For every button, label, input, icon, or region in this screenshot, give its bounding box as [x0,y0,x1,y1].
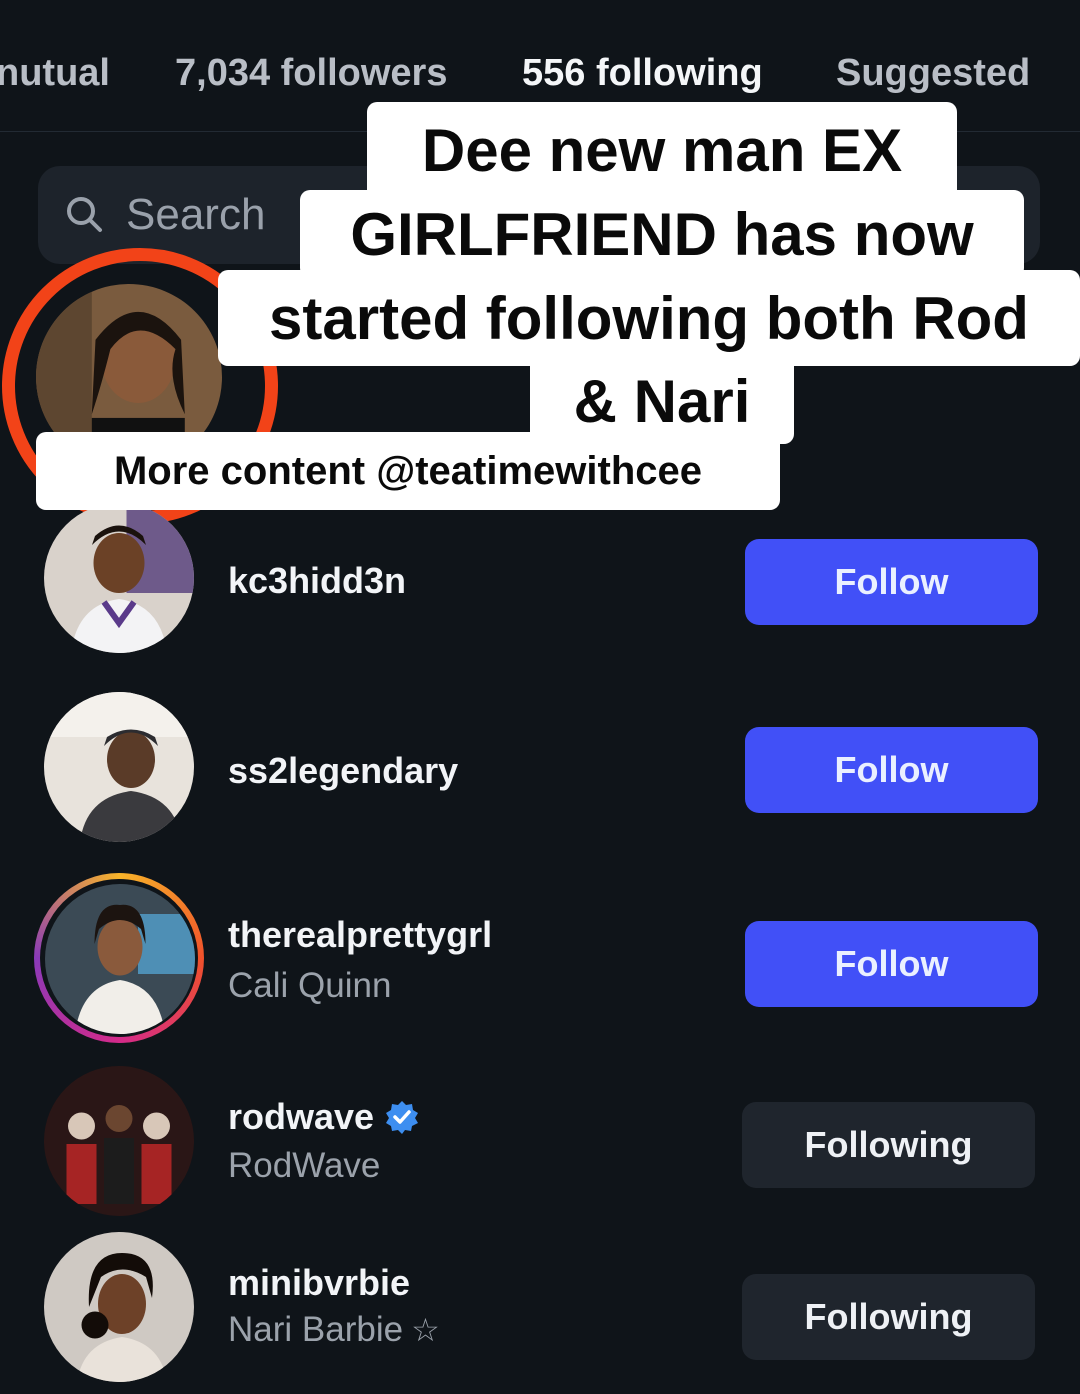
star-icon: ☆ [411,1312,440,1348]
username[interactable]: ss2legendary [228,750,458,792]
username[interactable]: rodwave [228,1096,374,1137]
tab-followers[interactable]: 7,034 followers [175,52,447,95]
following-button[interactable]: Following [742,1274,1035,1360]
avatar-kc3hidd3n[interactable] [44,503,194,653]
display-name: RodWave [228,1146,381,1185]
tab-following[interactable]: 556 following [522,52,763,95]
caption-line-1: Dee new man EX [367,102,957,198]
avatar-rodwave[interactable] [44,1066,194,1216]
credit-caption: More content @teatimewithcee [36,432,780,510]
username[interactable]: minibvrbie [228,1262,410,1304]
username[interactable]: therealprettygrl [228,914,492,956]
follow-button[interactable]: Follow [745,921,1038,1007]
follow-button[interactable]: Follow [745,539,1038,625]
following-button[interactable]: Following [742,1102,1035,1188]
avatar-ss2legendary[interactable] [44,692,194,842]
username-row-rodwave[interactable]: rodwave [228,1096,420,1138]
follow-button[interactable]: Follow [745,727,1038,813]
caption-line-2: GIRLFRIEND has now [300,190,1024,278]
tab-suggested[interactable]: Suggested [836,52,1030,95]
verified-badge-icon [386,1101,419,1134]
display-name: Cali Quinn [228,966,392,1005]
search-placeholder: Search [126,190,266,239]
tab-mutual[interactable]: nutual [0,52,110,95]
avatar-therealprettygrl[interactable] [45,884,195,1034]
display-name-row: Nari Barbie ☆ [228,1310,440,1350]
search-icon [67,197,102,232]
caption-line-3: started following both Rod [218,270,1080,366]
display-name: Nari Barbie [228,1310,404,1349]
username[interactable]: kc3hidd3n [228,560,406,602]
avatar-minibvrbie[interactable] [44,1232,194,1382]
